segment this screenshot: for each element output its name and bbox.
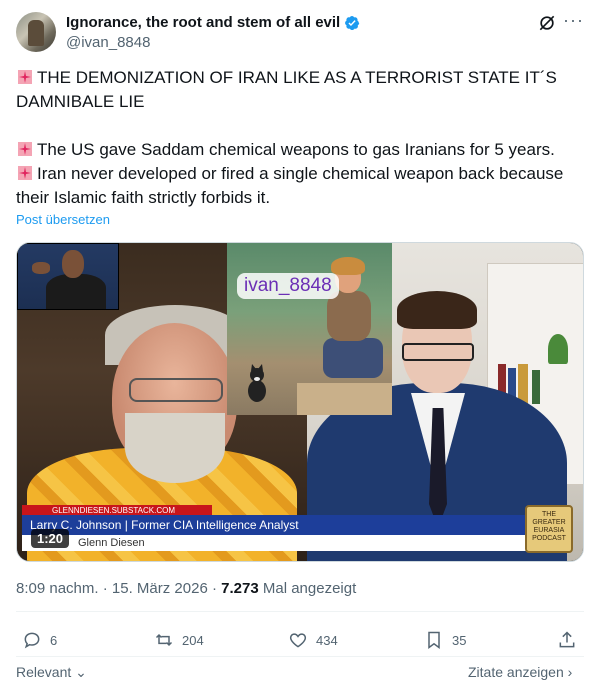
host-hair: [397, 291, 477, 329]
author-name[interactable]: Ignorance, the root and stem of all evil: [66, 14, 360, 31]
post-meta: 8:09 nachm. · 15. März 2026 · 7.273 Mal …: [16, 580, 357, 597]
more-options-icon[interactable]: ···: [563, 10, 584, 31]
siren-emoji-icon: [18, 142, 32, 156]
video-player[interactable]: ivan_8848 GLENNDIESEN.SUBSTACK.COM Larry…: [16, 242, 584, 562]
siren-emoji-icon: [18, 70, 32, 84]
inset-photo-boy-flute: ivan_8848: [227, 243, 392, 415]
chevron-down-icon: ⌄: [71, 664, 87, 680]
heart-icon: [289, 633, 307, 648]
view-quotes-link[interactable]: Zitate anzeigen ›: [468, 664, 572, 680]
tweet-spacer: [16, 114, 584, 138]
tweet-paragraph-1: THE DEMONIZATION OF IRAN LIKE AS A TERRO…: [16, 66, 584, 114]
author-handle[interactable]: @ivan_8848: [66, 34, 150, 51]
lower-third-subtitle: Glenn Diesen: [22, 535, 530, 551]
tweet-paragraph-2: The US gave Saddam chemical weapons to g…: [16, 138, 584, 210]
post-time[interactable]: 8:09 nachm.: [16, 580, 99, 597]
tweet-line-3: Iran never developed or fired a single c…: [16, 164, 564, 207]
bookmark-icon: [428, 631, 440, 649]
share-icon: [559, 631, 575, 648]
chevron-right-icon: ›: [563, 664, 573, 680]
cat-icon: [248, 364, 266, 402]
video-duration: 1:20: [31, 529, 70, 548]
like-button[interactable]: 434: [288, 630, 338, 650]
translate-post-link[interactable]: Post übersetzen: [16, 212, 110, 227]
divider: [16, 656, 584, 657]
repost-count: 204: [182, 632, 204, 648]
lower-third-title: Larry C. Johnson | Former CIA Intelligen…: [22, 515, 530, 535]
reply-count: 6: [50, 632, 58, 648]
tweet-line-1: THE DEMONIZATION OF IRAN LIKE AS A TERRO…: [16, 68, 557, 111]
sort-label: Relevant: [16, 664, 72, 680]
bookmark-count: 35: [452, 632, 467, 648]
tweet-text: THE DEMONIZATION OF IRAN LIKE AS A TERRO…: [16, 66, 584, 210]
grok-icon[interactable]: [537, 13, 557, 33]
repost-button[interactable]: 204: [154, 630, 204, 650]
host-glasses: [402, 343, 474, 361]
display-name[interactable]: Ignorance, the root and stem of all evil: [66, 14, 340, 31]
reply-icon: [24, 632, 40, 649]
divider: [16, 611, 584, 612]
share-button[interactable]: [557, 630, 577, 650]
guest-glasses: [129, 378, 223, 402]
quotes-label: Zitate anzeigen: [468, 664, 564, 680]
inset-photo-speaker: [17, 243, 119, 310]
views-label: Mal angezeigt: [262, 580, 357, 597]
sort-dropdown[interactable]: Relevant ⌄: [16, 664, 87, 681]
watermark-handle: ivan_8848: [237, 273, 339, 299]
verified-badge-icon: [345, 15, 360, 30]
podcast-logo: THE GREATER EURASIA PODCAST: [525, 505, 573, 553]
post-date[interactable]: 15. März 2026: [112, 580, 208, 597]
like-count: 434: [316, 632, 338, 648]
reply-button[interactable]: 6: [22, 630, 57, 650]
siren-emoji-icon: [18, 166, 32, 180]
repost-icon: [155, 633, 173, 647]
avatar[interactable]: [16, 12, 56, 52]
bookmark-button[interactable]: 35: [424, 630, 466, 650]
tweet-line-2: The US gave Saddam chemical weapons to g…: [37, 140, 555, 159]
views-count: 7.273: [221, 580, 259, 597]
guest-beard: [125, 413, 225, 483]
